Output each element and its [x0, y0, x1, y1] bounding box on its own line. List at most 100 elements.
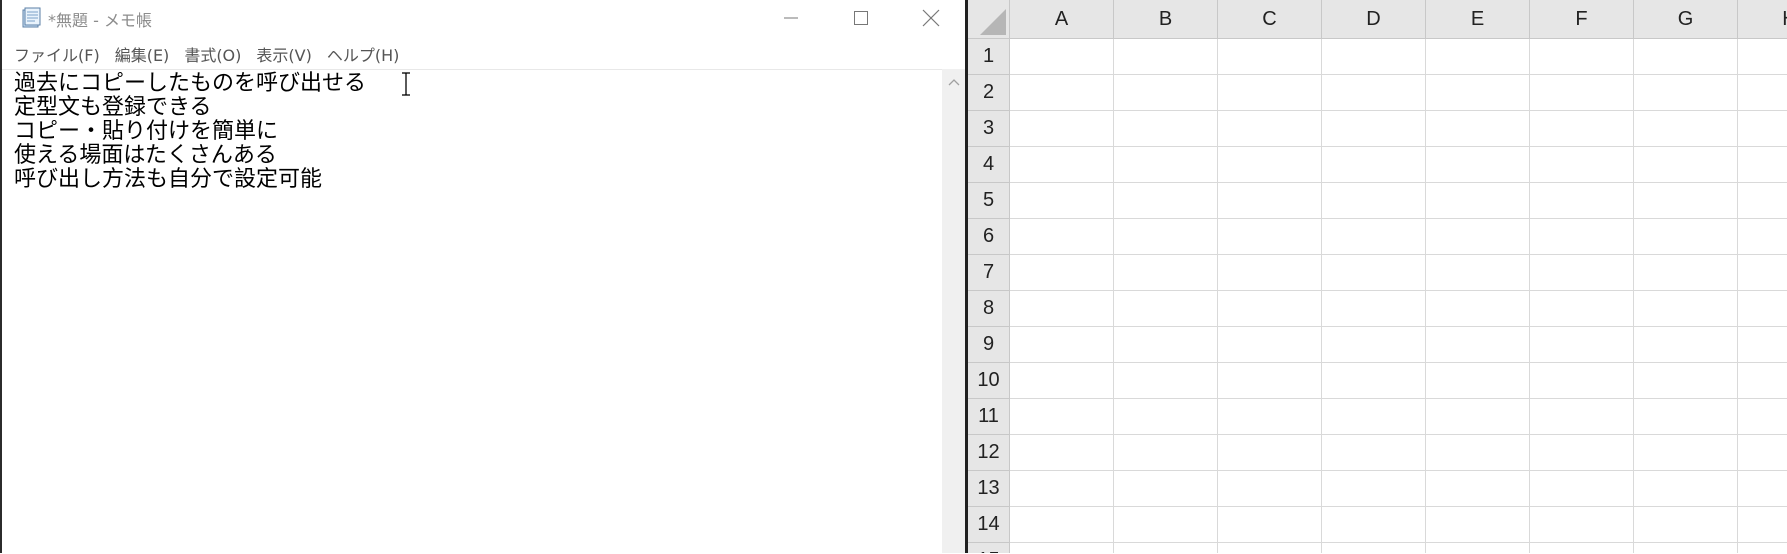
menu-view[interactable]: 表示(V) [256, 42, 311, 66]
cell[interactable] [1530, 507, 1634, 543]
cell[interactable] [1738, 435, 1787, 471]
cell[interactable] [1218, 147, 1322, 183]
cell[interactable] [1114, 507, 1218, 543]
scroll-up-button[interactable] [942, 69, 965, 95]
cell[interactable] [1634, 39, 1738, 75]
cell[interactable] [1738, 147, 1787, 183]
cell[interactable] [1322, 399, 1426, 435]
cell[interactable] [1426, 75, 1530, 111]
cell[interactable] [1530, 543, 1634, 553]
cell[interactable] [1634, 435, 1738, 471]
notepad-titlebar[interactable]: *無題 - メモ帳 [2, 0, 965, 36]
cell[interactable] [1738, 111, 1787, 147]
column-header[interactable]: A [1010, 0, 1114, 38]
cell[interactable] [1218, 183, 1322, 219]
cell[interactable] [1634, 183, 1738, 219]
cell[interactable] [1634, 363, 1738, 399]
column-header[interactable]: E [1426, 0, 1530, 38]
cell[interactable] [1010, 183, 1114, 219]
cell[interactable] [1634, 471, 1738, 507]
cell[interactable] [1114, 543, 1218, 553]
minimize-button[interactable] [756, 0, 826, 36]
cell[interactable] [1322, 543, 1426, 553]
cell[interactable] [1426, 255, 1530, 291]
cell[interactable] [1426, 111, 1530, 147]
cell[interactable] [1426, 435, 1530, 471]
cell[interactable] [1218, 507, 1322, 543]
cell[interactable] [1218, 219, 1322, 255]
cell[interactable] [1738, 471, 1787, 507]
cell[interactable] [1218, 471, 1322, 507]
cell[interactable] [1010, 399, 1114, 435]
cell[interactable] [1218, 255, 1322, 291]
cell[interactable] [1634, 399, 1738, 435]
cell[interactable] [1530, 219, 1634, 255]
cell[interactable] [1114, 291, 1218, 327]
row-header[interactable]: 4 [968, 147, 1009, 183]
cell[interactable] [1322, 363, 1426, 399]
column-header[interactable]: G [1634, 0, 1738, 38]
cell[interactable] [1322, 471, 1426, 507]
cell[interactable] [1218, 75, 1322, 111]
cell[interactable] [1010, 327, 1114, 363]
cell[interactable] [1634, 147, 1738, 183]
close-button[interactable] [896, 0, 966, 36]
cell[interactable] [1530, 435, 1634, 471]
row-header[interactable]: 6 [968, 219, 1009, 255]
cell[interactable] [1322, 327, 1426, 363]
maximize-button[interactable] [826, 0, 896, 36]
cell[interactable] [1114, 399, 1218, 435]
cell[interactable] [1426, 399, 1530, 435]
cell[interactable] [1218, 399, 1322, 435]
cell[interactable] [1322, 219, 1426, 255]
cell[interactable] [1114, 183, 1218, 219]
menu-edit[interactable]: 編集(E) [115, 42, 170, 66]
cell[interactable] [1530, 75, 1634, 111]
cell[interactable] [1530, 291, 1634, 327]
cell[interactable] [1322, 183, 1426, 219]
vertical-scrollbar[interactable] [942, 69, 965, 553]
cell[interactable] [1322, 39, 1426, 75]
cell[interactable] [1634, 111, 1738, 147]
cell[interactable] [1010, 291, 1114, 327]
cell[interactable] [1114, 471, 1218, 507]
cell[interactable] [1010, 435, 1114, 471]
cell[interactable] [1010, 471, 1114, 507]
cell[interactable] [1010, 75, 1114, 111]
column-header[interactable]: H [1738, 0, 1787, 38]
cell[interactable] [1738, 75, 1787, 111]
row-header[interactable]: 2 [968, 75, 1009, 111]
cell[interactable] [1010, 255, 1114, 291]
row-header[interactable]: 1 [968, 39, 1009, 75]
cell[interactable] [1634, 543, 1738, 553]
row-header[interactable]: 10 [968, 363, 1009, 399]
column-header[interactable]: D [1322, 0, 1426, 38]
cell[interactable] [1426, 363, 1530, 399]
cell[interactable] [1322, 435, 1426, 471]
cell[interactable] [1322, 75, 1426, 111]
cell[interactable] [1738, 183, 1787, 219]
cell[interactable] [1426, 507, 1530, 543]
cell[interactable] [1322, 147, 1426, 183]
cell[interactable] [1738, 543, 1787, 553]
cell[interactable] [1322, 507, 1426, 543]
cell[interactable] [1114, 363, 1218, 399]
cell[interactable] [1218, 327, 1322, 363]
row-header[interactable]: 12 [968, 435, 1009, 471]
row-header[interactable]: 3 [968, 111, 1009, 147]
cell[interactable] [1738, 291, 1787, 327]
cell[interactable] [1738, 507, 1787, 543]
cell[interactable] [1218, 39, 1322, 75]
cell[interactable] [1530, 183, 1634, 219]
cell[interactable] [1634, 75, 1738, 111]
menu-help[interactable]: ヘルプ(H) [327, 42, 400, 66]
cell[interactable] [1530, 39, 1634, 75]
cell[interactable] [1530, 147, 1634, 183]
cell[interactable] [1218, 291, 1322, 327]
cell[interactable] [1218, 111, 1322, 147]
cell[interactable] [1738, 255, 1787, 291]
cell[interactable] [1426, 219, 1530, 255]
cell[interactable] [1010, 39, 1114, 75]
cell[interactable] [1530, 111, 1634, 147]
cell[interactable] [1114, 327, 1218, 363]
